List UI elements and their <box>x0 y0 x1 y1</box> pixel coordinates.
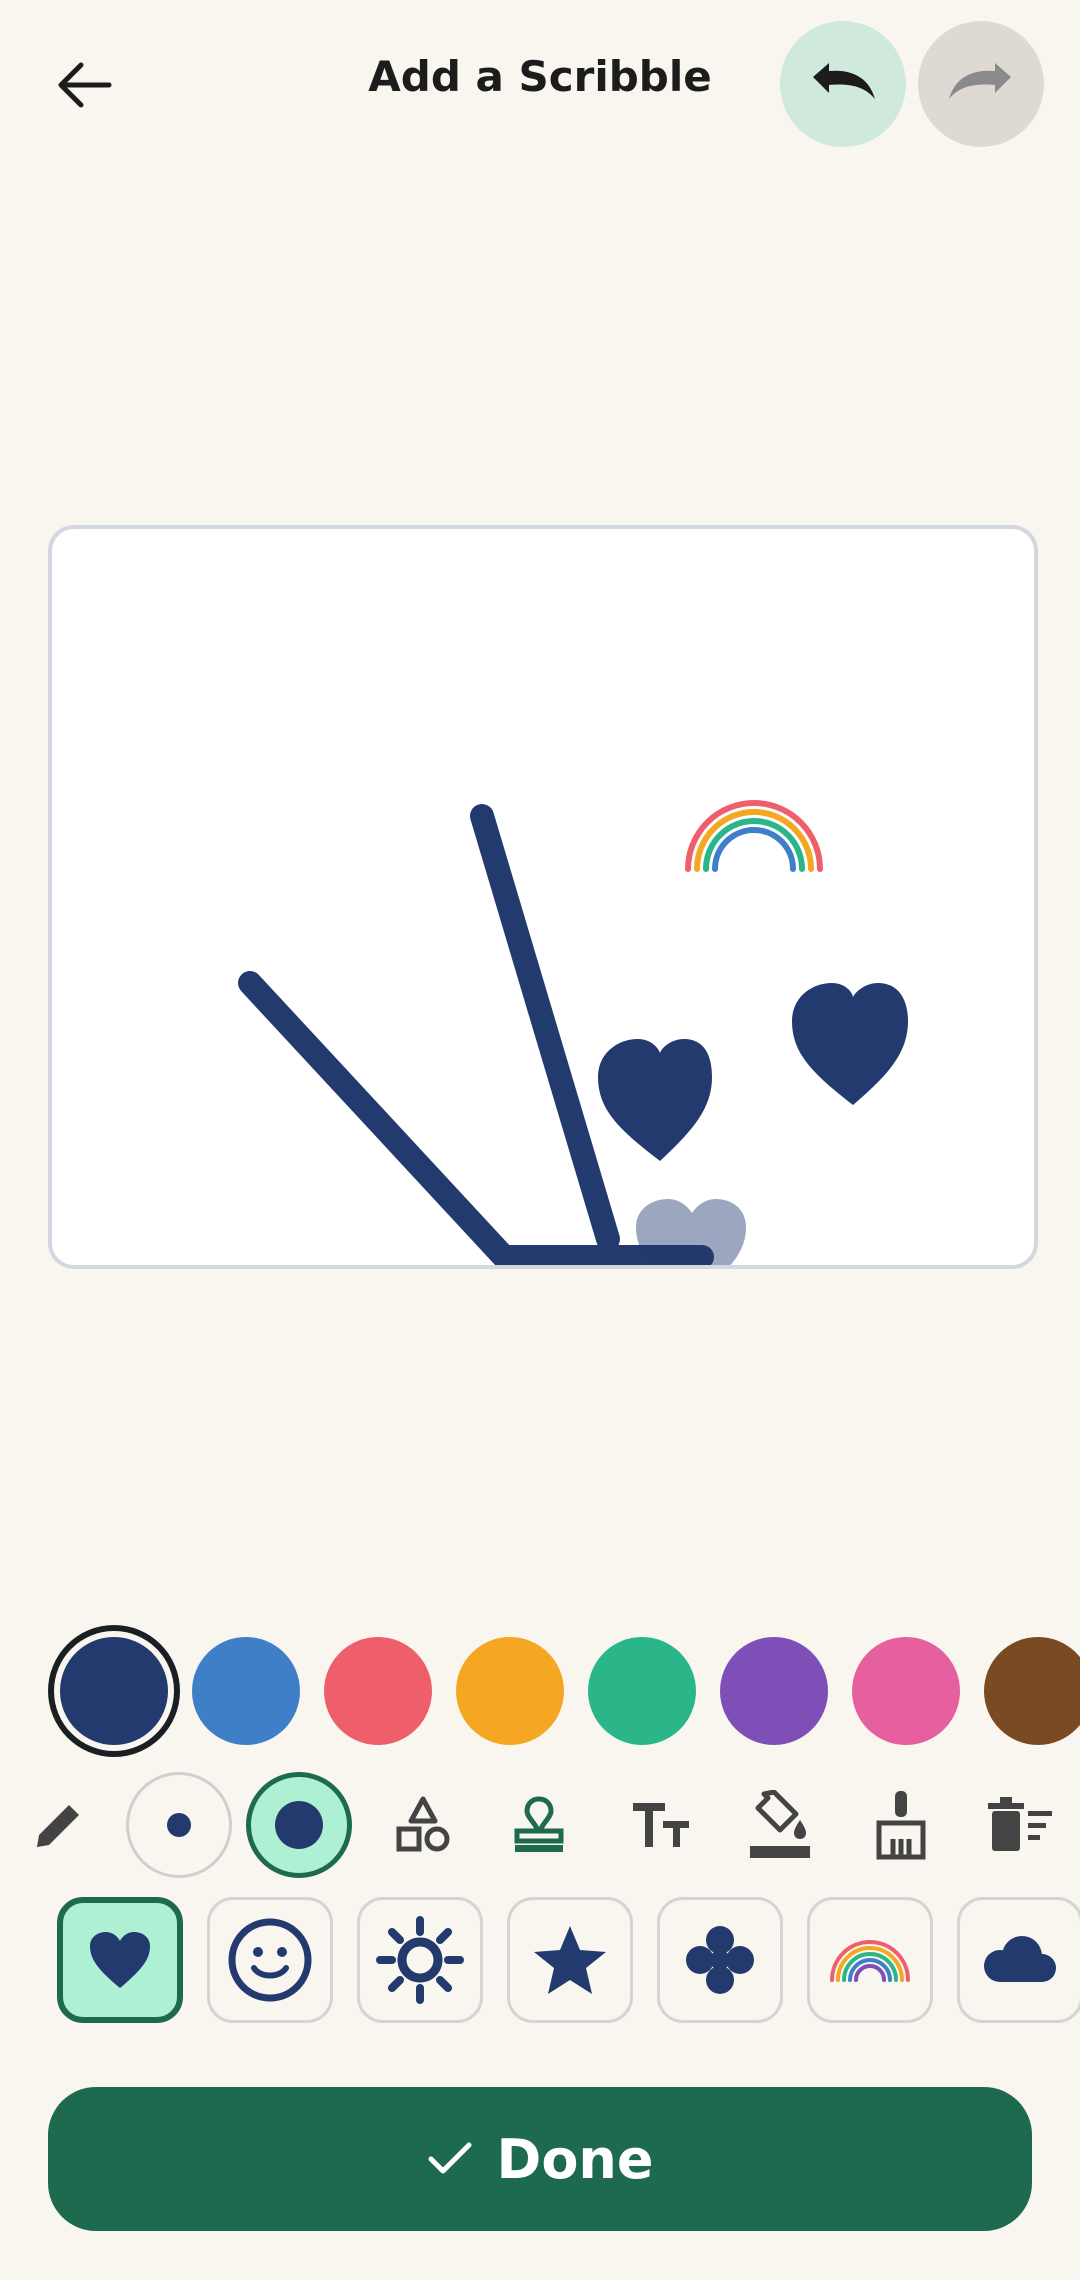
back-button[interactable] <box>40 40 130 130</box>
color-swatch-green[interactable] <box>588 1637 696 1745</box>
text-size-icon <box>633 1803 689 1847</box>
heart-stamp <box>598 1039 712 1161</box>
color-swatch-purple[interactable] <box>720 1637 828 1745</box>
stamp-rainbow[interactable] <box>807 1897 933 2023</box>
text-tool[interactable] <box>608 1772 714 1878</box>
clear-all-icon <box>988 1797 1052 1851</box>
heart-icon <box>90 1932 150 1988</box>
back-arrow-icon <box>58 62 112 108</box>
shapes-icon <box>396 1796 450 1852</box>
broom-icon <box>876 1791 926 1860</box>
color-swatch-red[interactable] <box>324 1637 432 1745</box>
brush-size-small[interactable] <box>126 1772 232 1878</box>
pencil-icon <box>37 1805 79 1847</box>
stamp-smiley[interactable] <box>207 1897 333 2023</box>
undo-button[interactable] <box>780 21 906 147</box>
heart-stamp-faded <box>636 1199 746 1265</box>
drawn-stroke <box>470 804 620 1251</box>
flower-icon <box>686 1926 754 1994</box>
drawing-canvas[interactable] <box>48 525 1038 1269</box>
broom-tool[interactable] <box>848 1772 954 1878</box>
stamp-flower[interactable] <box>657 1897 783 2023</box>
shapes-tool[interactable] <box>370 1772 476 1878</box>
clear-all-tool[interactable] <box>968 1772 1074 1878</box>
done-button[interactable]: Done <box>48 2087 1032 2231</box>
stamp-sun[interactable] <box>357 1897 483 2023</box>
undo-icon <box>813 63 875 99</box>
size-dot-small <box>167 1813 191 1837</box>
done-label: Done <box>496 2127 654 2191</box>
smiley-icon <box>228 1918 312 2002</box>
checkmark-icon <box>428 2142 471 2174</box>
canvas-drawing <box>238 800 908 1265</box>
fill-bucket-icon <box>750 1790 810 1858</box>
cloud-icon <box>984 1936 1056 1982</box>
stamp-star[interactable] <box>507 1897 633 2023</box>
size-dot-large <box>275 1801 323 1849</box>
redo-icon <box>949 63 1011 99</box>
brush-size-large[interactable] <box>246 1772 352 1878</box>
color-swatch-blue[interactable] <box>192 1637 300 1745</box>
rainbow-icon <box>830 1940 910 1982</box>
redo-button[interactable] <box>918 21 1044 147</box>
stamp-icon <box>514 1796 564 1852</box>
stamp-tool[interactable] <box>486 1772 592 1878</box>
rainbow-stamp <box>685 800 823 872</box>
color-swatch-brown[interactable] <box>984 1637 1080 1745</box>
fill-tool[interactable] <box>726 1772 832 1878</box>
color-swatch-orange[interactable] <box>456 1637 564 1745</box>
pencil-tool[interactable] <box>6 1772 112 1878</box>
color-swatch-navy[interactable] <box>60 1637 168 1745</box>
sun-icon <box>376 1916 464 2004</box>
stamp-cloud[interactable] <box>957 1897 1080 2023</box>
heart-stamp <box>792 983 908 1105</box>
stamp-heart[interactable] <box>57 1897 183 2023</box>
color-swatch-pink[interactable] <box>852 1637 960 1745</box>
star-icon <box>534 1926 606 1994</box>
